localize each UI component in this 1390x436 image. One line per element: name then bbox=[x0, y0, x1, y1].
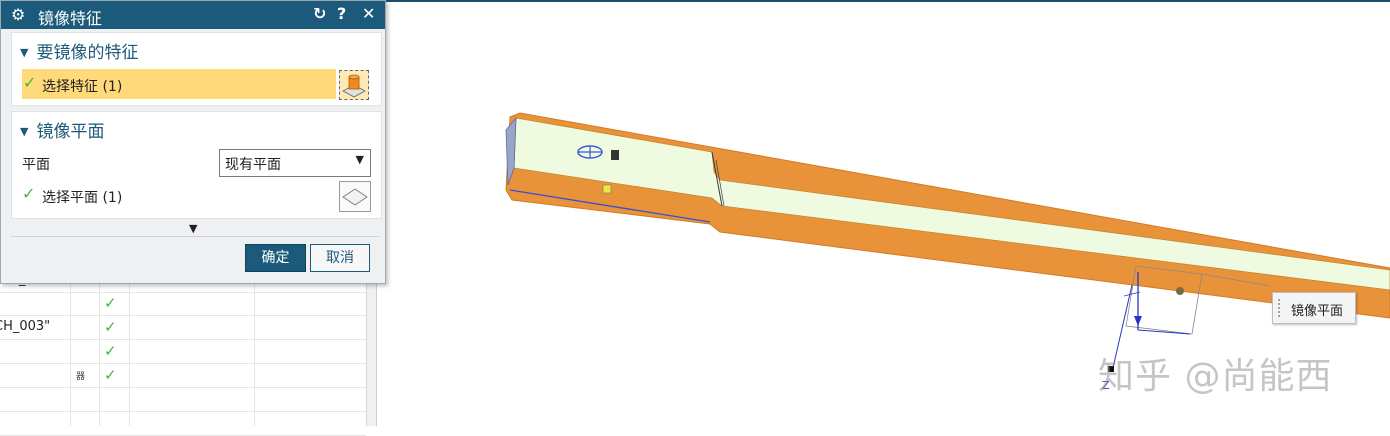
section-title: 镜像平面 bbox=[36, 122, 105, 142]
point-marker bbox=[1176, 287, 1184, 295]
help-icon[interactable]: ? bbox=[337, 4, 346, 23]
collapse-icon: ▼ bbox=[20, 125, 29, 138]
gear-icon: ⚙ bbox=[11, 5, 26, 24]
collapse-icon: ▼ bbox=[20, 46, 29, 59]
plane-type-value: 现有平面 bbox=[225, 157, 281, 173]
dialog-titlebar[interactable]: ⚙ 镜像特征 ↻ ? ✕ bbox=[1, 1, 385, 29]
plane-icon bbox=[342, 188, 368, 206]
mirror-plane-section: ▼ 镜像平面 平面 现有平面 ▼ ✓ 选择平面 (1) bbox=[11, 111, 382, 219]
features-to-mirror-section: ▼ 要镜像的特征 ✓ 选择特征 (1) bbox=[11, 32, 382, 106]
feature-icon bbox=[342, 74, 366, 98]
cancel-button[interactable]: 取消 bbox=[310, 244, 370, 272]
divider bbox=[11, 236, 380, 237]
point-marker bbox=[611, 150, 619, 160]
chevron-down-icon: ▼ bbox=[355, 153, 364, 166]
point-marker bbox=[602, 184, 612, 194]
plane-type-select[interactable]: 现有平面 ▼ bbox=[219, 149, 371, 177]
reset-icon[interactable]: ↻ bbox=[313, 4, 326, 23]
grip-icon bbox=[1277, 298, 1281, 318]
section-header[interactable]: ▼ 要镜像的特征 bbox=[20, 38, 138, 63]
select-plane-label[interactable]: 选择平面 (1) bbox=[42, 187, 122, 207]
watermark: 知乎 @尚能西 bbox=[1098, 356, 1333, 397]
select-feature-label: 选择特征 (1) bbox=[42, 79, 123, 95]
dialog-title: 镜像特征 bbox=[38, 9, 103, 28]
selection-tooltip: 镜像平面 bbox=[1272, 292, 1356, 324]
section-header[interactable]: ▼ 镜像平面 bbox=[20, 117, 104, 142]
plane-label: 平面 bbox=[22, 157, 50, 173]
check-icon: ✓ bbox=[22, 184, 36, 203]
plane-selector-button[interactable] bbox=[339, 181, 371, 212]
feature-selector-button[interactable] bbox=[339, 70, 369, 100]
ok-button[interactable]: 确定 bbox=[245, 244, 306, 272]
close-icon[interactable]: ✕ bbox=[362, 4, 375, 23]
tooltip-text: 镜像平面 bbox=[1291, 304, 1344, 319]
mirror-feature-dialog: ⚙ 镜像特征 ↻ ? ✕ ▼ 要镜像的特征 ✓ 选择特征 (1) ▼ 镜像平面 平面… bbox=[0, 0, 386, 284]
select-feature-row[interactable]: ✓ 选择特征 (1) bbox=[22, 69, 336, 99]
check-icon: ✓ bbox=[23, 73, 37, 92]
section-title: 要镜像的特征 bbox=[36, 43, 139, 63]
more-options-icon[interactable]: ▼ bbox=[189, 222, 197, 235]
